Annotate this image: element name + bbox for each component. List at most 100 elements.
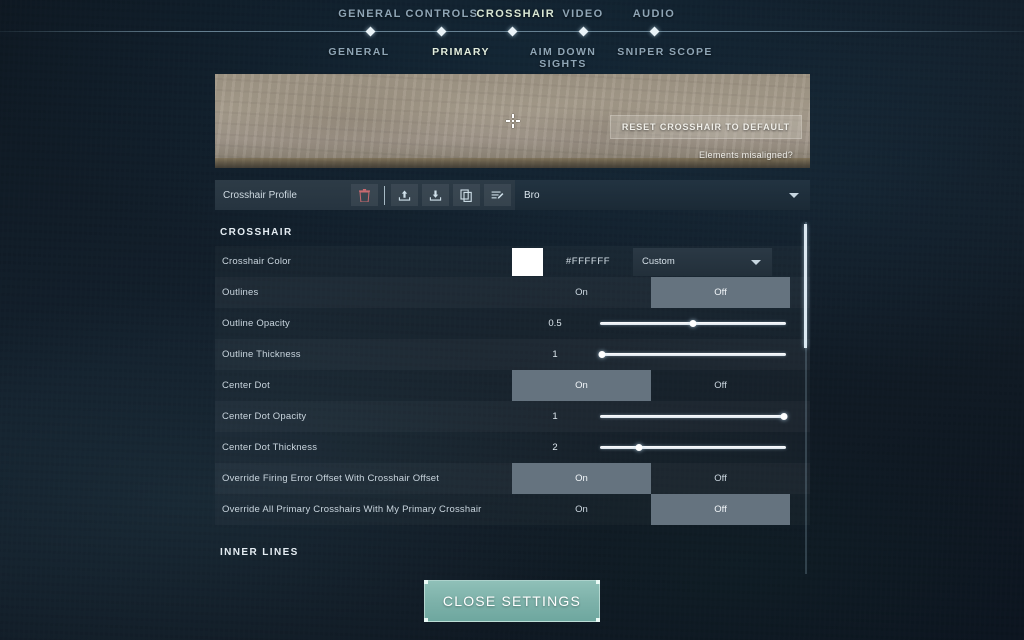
setting-control: On Off (510, 370, 810, 401)
chevron-down-icon (789, 193, 799, 198)
settings-row: Outline Thickness 1 (215, 339, 810, 370)
tool-separator (384, 185, 385, 205)
settings-row: Crosshair Color #FFFFFF Custom (215, 246, 810, 277)
slider[interactable] (598, 339, 786, 370)
toggle-group: On Off (512, 277, 790, 308)
tab-crosshair[interactable]: CROSSHAIR (477, 8, 554, 20)
crosshair-glyph (505, 114, 520, 128)
settings-row: Center Dot Thickness 2 (215, 432, 810, 463)
secondary-tab-row: GENERAL PRIMARY AIM DOWN SIGHTS SNIPER SCOP… (0, 46, 1024, 70)
slider-track (600, 446, 786, 449)
color-swatch[interactable] (512, 247, 543, 276)
tab-general[interactable]: GENERAL (335, 8, 406, 20)
settings-row: Center Dot On Off (215, 370, 810, 401)
settings-row: Override Firing Error Offset With Crossh… (215, 463, 810, 494)
color-preset-dropdown[interactable]: Custom (633, 247, 772, 276)
toggle-group: On Off (512, 463, 790, 494)
setting-control: On Off (510, 277, 810, 308)
profile-value: Bro (524, 189, 540, 201)
toggle-option-on[interactable]: On (512, 370, 651, 401)
section-header-crosshair: CROSSHAIR (220, 226, 293, 238)
slider-handle[interactable] (689, 320, 697, 327)
settings-row: Outline Opacity 0.5 (215, 308, 810, 339)
toggle-option-on[interactable]: On (512, 494, 651, 525)
tab-audio[interactable]: AUDIO (619, 8, 690, 20)
subtab-general[interactable]: GENERAL (308, 46, 410, 70)
slider-track (600, 353, 786, 356)
toggle-option-on[interactable]: On (512, 277, 651, 308)
section-header-inner-lines: INNER LINES (220, 546, 299, 558)
settings-rows: Crosshair Color #FFFFFF Custom Outlines On Of… (215, 246, 810, 525)
slider-handle[interactable] (635, 444, 643, 451)
toggle-option-off[interactable]: Off (651, 463, 790, 494)
setting-label: Outlines (222, 287, 259, 298)
duplicate-icon (460, 188, 473, 202)
nav-dot[interactable] (507, 26, 517, 37)
settings-navigation: GENERAL CONTROLS CROSSHAIR VIDEO AUDIO GENER… (0, 0, 1024, 70)
toggle-option-on[interactable]: On (512, 463, 651, 494)
slider-value: 1 (552, 349, 558, 360)
slider[interactable] (600, 401, 788, 432)
import-profile-button[interactable] (391, 184, 418, 206)
export-icon (429, 189, 442, 202)
setting-label: Outline Opacity (222, 318, 290, 329)
toggle-option-off[interactable]: Off (651, 277, 790, 308)
profile-label: Crosshair Profile (223, 189, 297, 201)
toggle-group: On Off (512, 370, 790, 401)
subtab-sniper-scope[interactable]: SNIPER SCOPE (614, 46, 716, 70)
nav-dot[interactable] (649, 26, 659, 37)
setting-control: 0.5 (510, 308, 810, 339)
subtab-aim-down-sights[interactable]: AIM DOWN SIGHTS (512, 46, 614, 70)
export-profile-button[interactable] (422, 184, 449, 206)
setting-label: Override Firing Error Offset With Crossh… (222, 473, 440, 484)
toggle-option-off[interactable]: Off (651, 370, 790, 401)
color-preset-value: Custom (642, 256, 675, 267)
close-settings-button[interactable]: CLOSE SETTINGS (424, 580, 600, 622)
setting-label: Crosshair Color (222, 256, 291, 267)
setting-label: Center Dot Opacity (222, 411, 307, 422)
slider[interactable] (600, 432, 786, 463)
delete-profile-button[interactable] (351, 184, 378, 206)
tab-video[interactable]: VIDEO (548, 8, 619, 20)
setting-control: On Off (510, 494, 810, 525)
settings-row: Outlines On Off (215, 277, 810, 308)
slider-handle[interactable] (598, 351, 606, 358)
setting-control: 1 (510, 401, 810, 432)
slider-value: 2 (552, 442, 558, 453)
color-hex-value[interactable]: #FFFFFF (543, 256, 633, 267)
setting-label: Center Dot Thickness (222, 442, 318, 453)
slider-value: 0.5 (548, 318, 562, 329)
reset-crosshair-button[interactable]: RESET CROSSHAIR TO DEFAULT (609, 115, 802, 139)
chevron-down-icon (751, 259, 761, 265)
setting-control: #FFFFFF Custom (510, 246, 810, 277)
settings-row: Override All Primary Crosshairs With My … (215, 494, 810, 525)
setting-control: 2 (510, 432, 810, 463)
panel-scrollbar-thumb[interactable] (804, 224, 807, 348)
tab-controls[interactable]: CONTROLS (406, 8, 478, 20)
close-settings-label: CLOSE SETTINGS (442, 593, 582, 609)
delete-icon (359, 188, 370, 202)
nav-dot[interactable] (365, 26, 375, 37)
slider-track (600, 415, 786, 418)
crosshair-preview[interactable]: RESET CROSSHAIR TO DEFAULT Elements misa… (215, 74, 810, 168)
slider-handle[interactable] (780, 413, 788, 420)
setting-label: Override All Primary Crosshairs With My … (222, 504, 482, 515)
setting-control: 1 (510, 339, 810, 370)
profile-dropdown[interactable]: Bro (515, 180, 810, 210)
slider[interactable] (600, 308, 786, 339)
setting-control: On Off (510, 463, 810, 494)
edit-profile-button[interactable] (484, 184, 511, 206)
setting-label: Outline Thickness (222, 349, 301, 360)
toggle-option-off[interactable]: Off (651, 494, 790, 525)
duplicate-profile-button[interactable] (453, 184, 480, 206)
toggle-group: On Off (512, 494, 790, 525)
import-icon (398, 189, 411, 202)
nav-dot[interactable] (578, 26, 588, 37)
elements-misaligned-link[interactable]: Elements misaligned? (699, 150, 793, 160)
primary-tab-row: GENERAL CONTROLS CROSSHAIR VIDEO AUDIO (0, 8, 1024, 20)
edit-icon (491, 189, 504, 202)
crosshair-profile-bar: Crosshair Profile Bro (215, 180, 810, 210)
subtab-primary[interactable]: PRIMARY (410, 46, 512, 70)
setting-label: Center Dot (222, 380, 270, 391)
nav-dot[interactable] (436, 26, 446, 37)
